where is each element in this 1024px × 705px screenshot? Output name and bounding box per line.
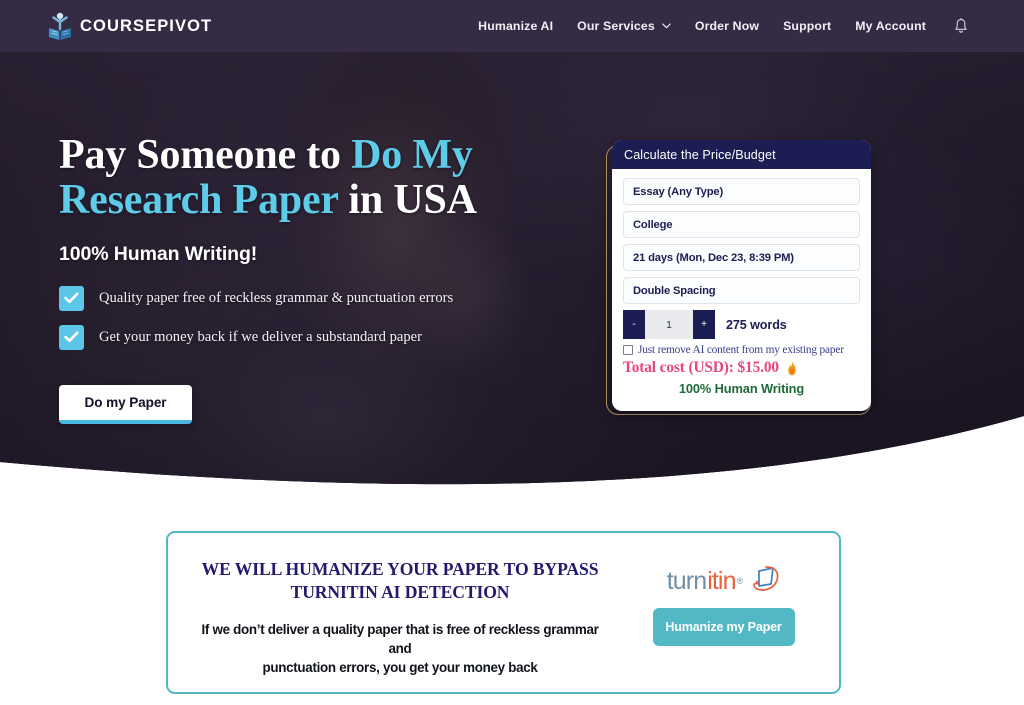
hero-title-highlight-1: Do My	[351, 132, 473, 178]
notification-bell-icon[interactable]	[954, 18, 968, 34]
nav-item-my-account[interactable]: My Account	[855, 19, 926, 33]
promo-action-column: turn itin ® Humanize my Paper	[608, 533, 839, 646]
hero-subtitle: 100% Human Writing!	[59, 242, 258, 265]
page-title: Pay Someone to Do My Research Paper in U…	[59, 132, 579, 224]
humanize-promo-card: WE WILL HUMANIZE YOUR PAPER TO BYPASS TU…	[166, 531, 841, 694]
hero-content: Pay Someone to Do My Research Paper in U…	[59, 132, 579, 424]
nav-label: My Account	[855, 19, 926, 33]
promo-body-line-2: punctuation errors, you get your money b…	[262, 659, 538, 675]
nav-label: Order Now	[694, 19, 760, 33]
increment-pages-button[interactable]: +	[693, 310, 715, 339]
calculator-body: Essay (Any Type) College 21 days (Mon, D…	[612, 169, 871, 404]
hero-title-plain-1: Pay Someone to	[59, 132, 352, 178]
promo-title: WE WILL HUMANIZE YOUR PAPER TO BYPASS TU…	[192, 558, 608, 604]
turnitin-registered-mark: ®	[736, 576, 744, 586]
paper-type-select[interactable]: Essay (Any Type)	[623, 178, 860, 205]
total-cost-text: Total cost (USD): $15.00	[623, 359, 779, 376]
do-my-paper-button[interactable]: Do my Paper	[59, 384, 192, 424]
total-cost: Total cost (USD): $15.00	[623, 359, 860, 377]
price-calculator-card: Calculate the Price/Budget Essay (Any Ty…	[612, 140, 871, 411]
turnitin-logo: turn itin ®	[667, 565, 780, 597]
promo-title-line-1: WE WILL HUMANIZE YOUR PAPER TO BYPASS	[201, 559, 599, 579]
nav-label: Our Services	[577, 19, 655, 33]
spacing-select[interactable]: Double Spacing	[623, 277, 860, 304]
deadline-select[interactable]: 21 days (Mon, Dec 23, 8:39 PM)	[623, 244, 860, 271]
nav-item-order-now[interactable]: Order Now	[695, 19, 759, 33]
remove-ai-checkbox-row: Just remove AI content from my existing …	[623, 344, 860, 356]
chevron-down-icon	[662, 23, 671, 29]
checkmark-icon	[59, 324, 84, 350]
promo-text-column: WE WILL HUMANIZE YOUR PAPER TO BYPASS TU…	[168, 533, 608, 677]
list-item: Quality paper free of reckless grammar &…	[59, 285, 579, 311]
promo-title-line-2: TURNITIN AI DETECTION	[290, 581, 510, 602]
main-navigation: Humanize AI Our Services Order Now Suppo…	[478, 18, 968, 34]
pages-value[interactable]: 1	[645, 310, 693, 339]
checkmark-icon	[59, 285, 84, 311]
calculator-heading: Calculate the Price/Budget	[612, 140, 871, 169]
nav-label: Humanize AI	[478, 19, 554, 33]
human-writing-label: 100% Human Writing	[678, 381, 805, 396]
benefit-text: Get your money back if we deliver a subs…	[99, 328, 422, 345]
remove-ai-checkbox[interactable]	[623, 345, 633, 355]
decrement-pages-button[interactable]: -	[623, 310, 645, 339]
nav-item-our-services[interactable]: Our Services	[577, 19, 671, 33]
academic-level-select[interactable]: College	[623, 211, 860, 238]
hero-title-plain-2: in USA	[338, 177, 477, 224]
list-item: Get your money back if we deliver a subs…	[59, 324, 579, 350]
flame-icon	[788, 361, 796, 375]
brand-name: COURSEPIVOT	[80, 16, 213, 35]
remove-ai-checkbox-label: Just remove AI content from my existing …	[638, 344, 844, 356]
promo-body: If we don’t deliver a quality paper that…	[192, 620, 608, 677]
turnitin-swoosh-icon	[753, 566, 779, 591]
hero-benefit-list: Quality paper free of reckless grammar &…	[59, 285, 579, 350]
site-header: COURSEPIVOT Humanize AI Our Services Ord…	[0, 0, 1024, 52]
word-count-label: 275 words	[726, 317, 787, 332]
turnitin-logo-part-2: itin	[707, 566, 736, 595]
nav-label: Support	[783, 19, 832, 33]
humanize-my-paper-button[interactable]: Humanize my Paper	[652, 608, 795, 646]
hero-title-highlight-2: Research Paper	[59, 177, 339, 224]
promo-body-line-1: If we don’t deliver a quality paper that…	[201, 621, 599, 656]
brand-logo[interactable]: COURSEPIVOT	[47, 11, 212, 41]
turnitin-logo-part-1: turn	[666, 566, 707, 595]
pages-stepper: - 1 + 275 words	[623, 310, 860, 339]
person-book-logo-icon	[49, 12, 71, 40]
nav-item-support[interactable]: Support	[783, 19, 831, 33]
nav-item-humanize-ai[interactable]: Humanize AI	[478, 19, 553, 33]
benefit-text: Quality paper free of reckless grammar &…	[99, 289, 454, 306]
